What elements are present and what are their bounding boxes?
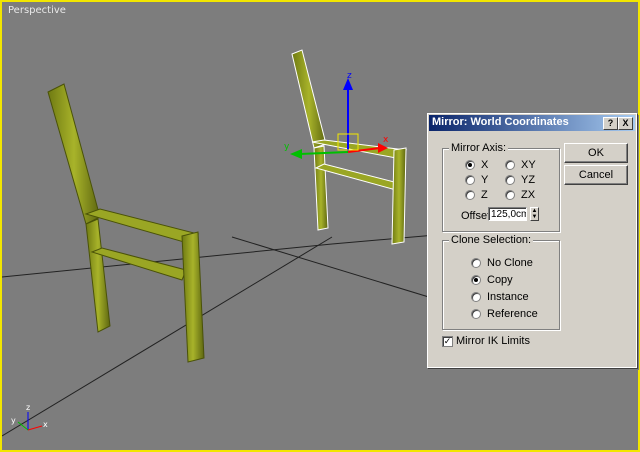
offset-input[interactable]: 125,0cm: [488, 207, 527, 221]
gizmo-z-label: z: [347, 71, 352, 81]
cancel-button[interactable]: Cancel: [564, 165, 628, 185]
radio-label: YZ: [521, 174, 536, 186]
radio-circle: [471, 275, 481, 285]
radio-label: Reference: [487, 308, 538, 320]
axis-tripod-icon: z x y: [11, 403, 48, 431]
radio-circle: [465, 175, 475, 185]
help-button[interactable]: ?: [603, 117, 618, 130]
dialog-title: Mirror: World Coordinates: [432, 116, 569, 128]
radio-axis-z[interactable]: Z: [465, 189, 488, 201]
ok-button[interactable]: OK: [564, 143, 628, 163]
mirror-ik-label: Mirror IK Limits: [456, 335, 530, 347]
radio-label: XY: [521, 159, 536, 171]
close-button[interactable]: X: [618, 117, 633, 130]
dialog-titlebar[interactable]: Mirror: World Coordinates ? X: [429, 115, 635, 131]
radio-circle: [471, 292, 481, 302]
offset-spinner[interactable]: ▲ ▼: [530, 207, 539, 221]
radio-circle: [465, 160, 475, 170]
gizmo-x-label: x: [383, 135, 389, 145]
tripod-x-label: x: [43, 420, 48, 429]
radio-instance[interactable]: Instance: [471, 291, 529, 303]
radio-axis-yz[interactable]: YZ: [505, 174, 535, 186]
radio-axis-xy[interactable]: XY: [505, 159, 536, 171]
radio-circle: [505, 190, 515, 200]
radio-circle: [471, 258, 481, 268]
clone-selection-title: Clone Selection:: [449, 234, 534, 246]
gizmo-y-label: y: [284, 142, 290, 152]
clone-selection-group: Clone Selection: No Clone Copy Instance …: [442, 234, 560, 330]
radio-axis-zx[interactable]: ZX: [505, 189, 535, 201]
radio-label: X: [481, 159, 489, 171]
radio-circle: [505, 175, 515, 185]
radio-label: ZX: [521, 189, 536, 201]
gizmo-y-arrow[interactable]: [290, 149, 302, 159]
chair-left[interactable]: [47, 83, 205, 363]
viewport-label[interactable]: Perspective: [8, 5, 66, 16]
mirror-ik-checkbox[interactable]: ✓: [442, 336, 453, 347]
radio-label: Z: [481, 189, 488, 201]
radio-no-clone[interactable]: No Clone: [471, 257, 533, 269]
radio-axis-x[interactable]: X: [465, 159, 488, 171]
radio-label: No Clone: [487, 257, 533, 269]
radio-label: Copy: [487, 274, 513, 286]
mirror-axis-title: Mirror Axis:: [449, 142, 508, 154]
tripod-y-label: y: [11, 416, 16, 425]
radio-label: Instance: [487, 291, 529, 303]
radio-reference[interactable]: Reference: [471, 308, 538, 320]
radio-axis-y[interactable]: Y: [465, 174, 488, 186]
radio-circle: [471, 309, 481, 319]
radio-circle: [505, 160, 515, 170]
radio-label: Y: [481, 174, 489, 186]
radio-copy[interactable]: Copy: [471, 274, 513, 286]
tripod-z-label: z: [26, 403, 30, 412]
radio-circle: [465, 190, 475, 200]
mirror-dialog: Mirror: World Coordinates ? X Mirror Axi…: [427, 113, 637, 368]
